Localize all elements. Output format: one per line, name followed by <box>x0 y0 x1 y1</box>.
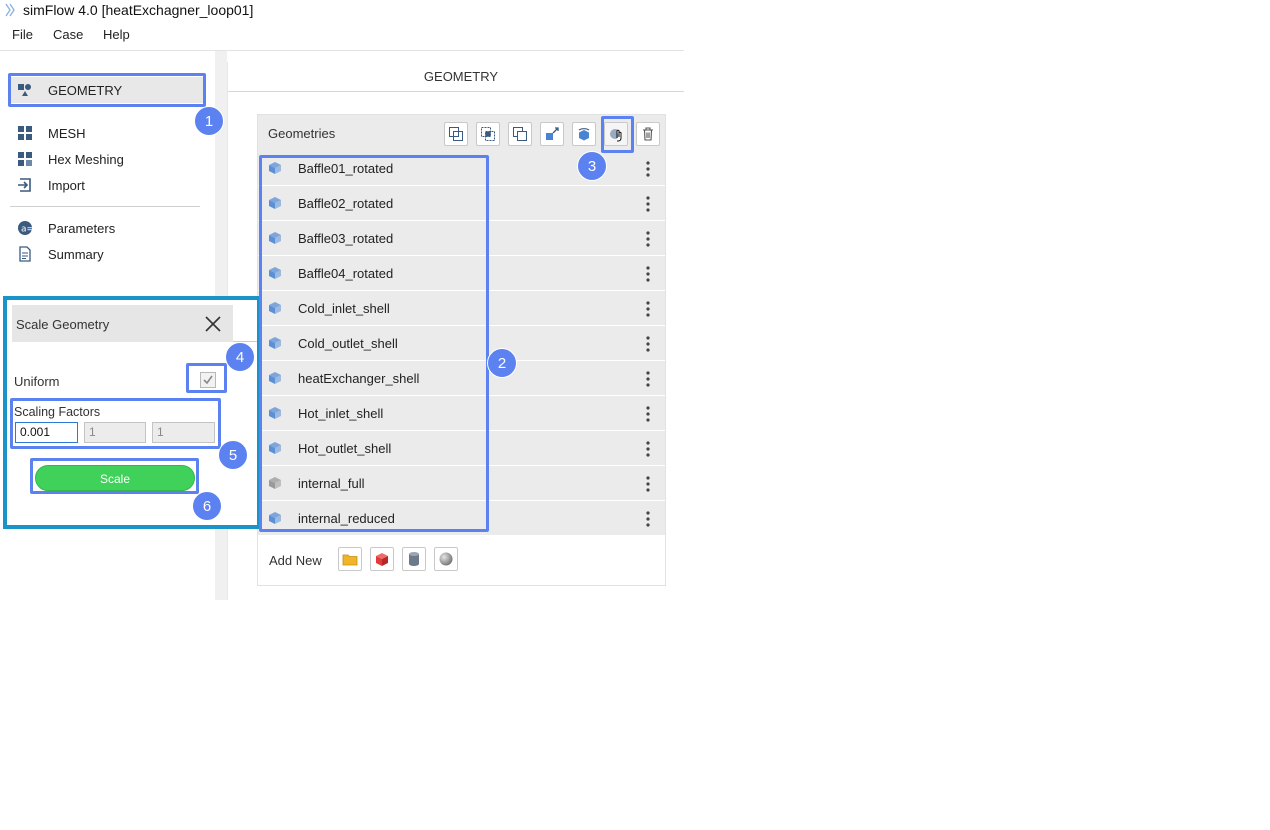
callout-box-scaling-factors <box>10 398 221 449</box>
callout-box-scale-button <box>30 458 199 494</box>
box-icon <box>376 553 388 566</box>
parameters-icon: a= <box>18 221 33 235</box>
mesh-icon <box>18 126 32 140</box>
sidebar-item-label: Parameters <box>48 221 116 236</box>
sidebar-separator <box>10 206 200 207</box>
hex-meshing-icon <box>18 152 32 166</box>
sidebar-item-label: Hex Meshing <box>48 152 124 167</box>
geometries-label: Geometries <box>268 126 336 141</box>
more-options-icon[interactable] <box>640 230 656 248</box>
window-title: simFlow 4.0 [heatExchagner_loop01] <box>23 2 254 18</box>
more-options-icon[interactable] <box>640 405 656 423</box>
add-sphere-button[interactable] <box>434 547 458 571</box>
boolean-subtract-button[interactable] <box>508 122 532 146</box>
delete-button[interactable] <box>636 122 660 146</box>
dialog-title: Scale Geometry <box>16 317 110 332</box>
callout-badge-3: 3 <box>577 151 607 181</box>
more-options-icon[interactable] <box>640 440 656 458</box>
callout-box-scale-tool <box>601 116 634 153</box>
main-header: GEOMETRY <box>228 62 684 92</box>
boolean-subtract-icon <box>513 127 527 141</box>
more-options-icon[interactable] <box>640 370 656 388</box>
dialog-header: Scale Geometry <box>12 305 233 342</box>
sidebar-item-mesh[interactable]: MESH <box>10 120 204 146</box>
menu-file[interactable]: File <box>12 27 33 42</box>
callout-badge-4: 4 <box>225 342 255 372</box>
delete-icon <box>643 127 653 141</box>
sidebar-item-label: Import <box>48 178 85 193</box>
import-icon <box>18 178 31 192</box>
transform-icon <box>546 127 559 140</box>
close-icon[interactable] <box>203 314 223 334</box>
sidebar-item-import[interactable]: Import <box>10 172 204 198</box>
svg-text:a=: a= <box>21 225 33 235</box>
boolean-union-icon <box>449 127 463 141</box>
menu-case[interactable]: Case <box>53 27 83 42</box>
add-from-file-button[interactable] <box>338 547 362 571</box>
sidebar-item-summary[interactable]: Summary <box>10 241 204 267</box>
callout-box-geometry <box>8 73 206 107</box>
cylinder-icon <box>409 552 419 566</box>
callout-badge-2: 2 <box>487 348 517 378</box>
title-bar: simFlow 4.0 [heatExchagner_loop01] <box>0 0 684 22</box>
add-box-button[interactable] <box>370 547 394 571</box>
add-new-label: Add New <box>269 553 322 568</box>
callout-box-geometries-list <box>259 155 489 532</box>
more-options-icon[interactable] <box>640 195 656 213</box>
sidebar-item-label: Summary <box>48 247 104 262</box>
sphere-icon <box>439 552 453 566</box>
more-options-icon[interactable] <box>640 300 656 318</box>
rotate-button[interactable] <box>572 122 596 146</box>
sidebar-item-label: MESH <box>48 126 86 141</box>
callout-badge-5: 5 <box>218 440 248 470</box>
simflow-logo-icon <box>5 3 15 17</box>
add-new-bar: Add New <box>258 535 665 585</box>
more-options-icon[interactable] <box>640 510 656 528</box>
rotate-icon <box>578 128 590 141</box>
uniform-label: Uniform <box>14 374 60 389</box>
summary-icon <box>19 246 31 262</box>
add-cylinder-button[interactable] <box>402 547 426 571</box>
folder-icon <box>342 554 358 566</box>
transform-button[interactable] <box>540 122 564 146</box>
callout-badge-1: 1 <box>194 106 224 136</box>
sidebar-item-parameters[interactable]: a= Parameters <box>10 215 204 241</box>
callout-box-uniform <box>186 363 227 393</box>
boolean-union-button[interactable] <box>444 122 468 146</box>
more-options-icon[interactable] <box>640 265 656 283</box>
page-title: GEOMETRY <box>423 69 499 84</box>
sidebar-item-hex-meshing[interactable]: Hex Meshing <box>10 146 204 172</box>
boolean-intersect-button[interactable] <box>476 122 500 146</box>
more-options-icon[interactable] <box>640 335 656 353</box>
boolean-intersect-icon <box>481 127 495 141</box>
dialog-header-edge <box>233 305 257 342</box>
menu-help[interactable]: Help <box>103 27 130 42</box>
more-options-icon[interactable] <box>640 475 656 493</box>
callout-badge-6: 6 <box>192 491 222 521</box>
more-options-icon[interactable] <box>640 160 656 178</box>
